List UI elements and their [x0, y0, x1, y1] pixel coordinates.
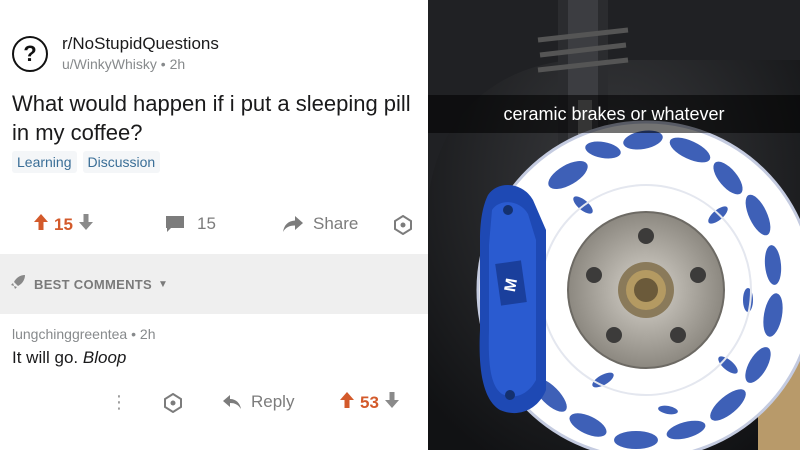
snap-caption: ceramic brakes or whatever [428, 95, 800, 133]
comment-text-italic: Bloop [82, 348, 127, 367]
question-mark-icon[interactable]: ? [12, 36, 48, 72]
comment-meta: lungchinggreentea • 2h [12, 326, 155, 342]
brake-photo: M [428, 0, 800, 450]
best-comments-label: BEST COMMENTS [34, 276, 153, 292]
post-actions: 15 15 Share [0, 210, 428, 242]
upvote-arrow-icon[interactable] [340, 392, 354, 413]
comment-score: 53 [360, 392, 379, 412]
chevron-down-icon: ▼ [158, 278, 169, 290]
comment-award-icon[interactable] [163, 393, 183, 413]
comment-count: 15 [197, 214, 216, 233]
upvote-arrow-icon[interactable] [34, 214, 48, 235]
brake-photo-panel: M ceramic brakes or whatever [428, 0, 800, 450]
post-author[interactable]: u/WinkyWhisky [62, 56, 157, 72]
post-score: 15 [54, 214, 73, 234]
comment-actions: ⋮ Reply 53 [0, 388, 428, 418]
share-label: Share [313, 214, 359, 233]
rocket-icon [10, 274, 26, 295]
reply-arrow-icon [223, 395, 241, 409]
share-button[interactable]: Share [282, 214, 358, 234]
post-meta: r/NoStupidQuestions u/WinkyWhisky • 2h [62, 34, 219, 74]
reddit-post-panel: ? r/NoStupidQuestions u/WinkyWhisky • 2h… [0, 0, 428, 450]
share-arrow-icon [283, 216, 303, 232]
tag-discussion[interactable]: Discussion [82, 151, 161, 173]
vote-control: 15 [34, 214, 93, 235]
post-header: ? r/NoStupidQuestions u/WinkyWhisky • 2h [12, 34, 219, 74]
more-options-icon[interactable]: ⋮ [110, 392, 128, 413]
post-age: 2h [169, 56, 186, 72]
reply-button[interactable]: Reply [222, 392, 294, 412]
meta-separator: • [131, 326, 140, 342]
comment-bubble-icon [166, 216, 184, 232]
reply-label: Reply [251, 392, 295, 411]
meta-separator: • [160, 56, 170, 72]
best-comments-bar[interactable]: BEST COMMENTS ▼ [0, 254, 428, 314]
comment-text: It will go. [12, 348, 79, 367]
subreddit-name[interactable]: r/NoStupidQuestions [62, 34, 219, 54]
comments-button[interactable]: 15 [165, 214, 216, 234]
downvote-arrow-icon[interactable] [384, 392, 399, 413]
author-line: u/WinkyWhisky • 2h [62, 54, 219, 74]
comment-body: It will go. Bloop [12, 348, 126, 368]
comment-author[interactable]: lungchinggreentea [12, 326, 127, 342]
post-tags: Learning Discussion [12, 151, 161, 173]
comment-age: 2h [139, 326, 156, 342]
comment-vote-control: 53 [340, 392, 399, 413]
downvote-arrow-icon[interactable] [78, 214, 93, 235]
award-icon[interactable] [393, 215, 413, 235]
post-title[interactable]: What would happen if i put a sleeping pi… [12, 89, 412, 147]
blue-caliper: M [479, 184, 546, 414]
tag-learning[interactable]: Learning [12, 151, 77, 173]
